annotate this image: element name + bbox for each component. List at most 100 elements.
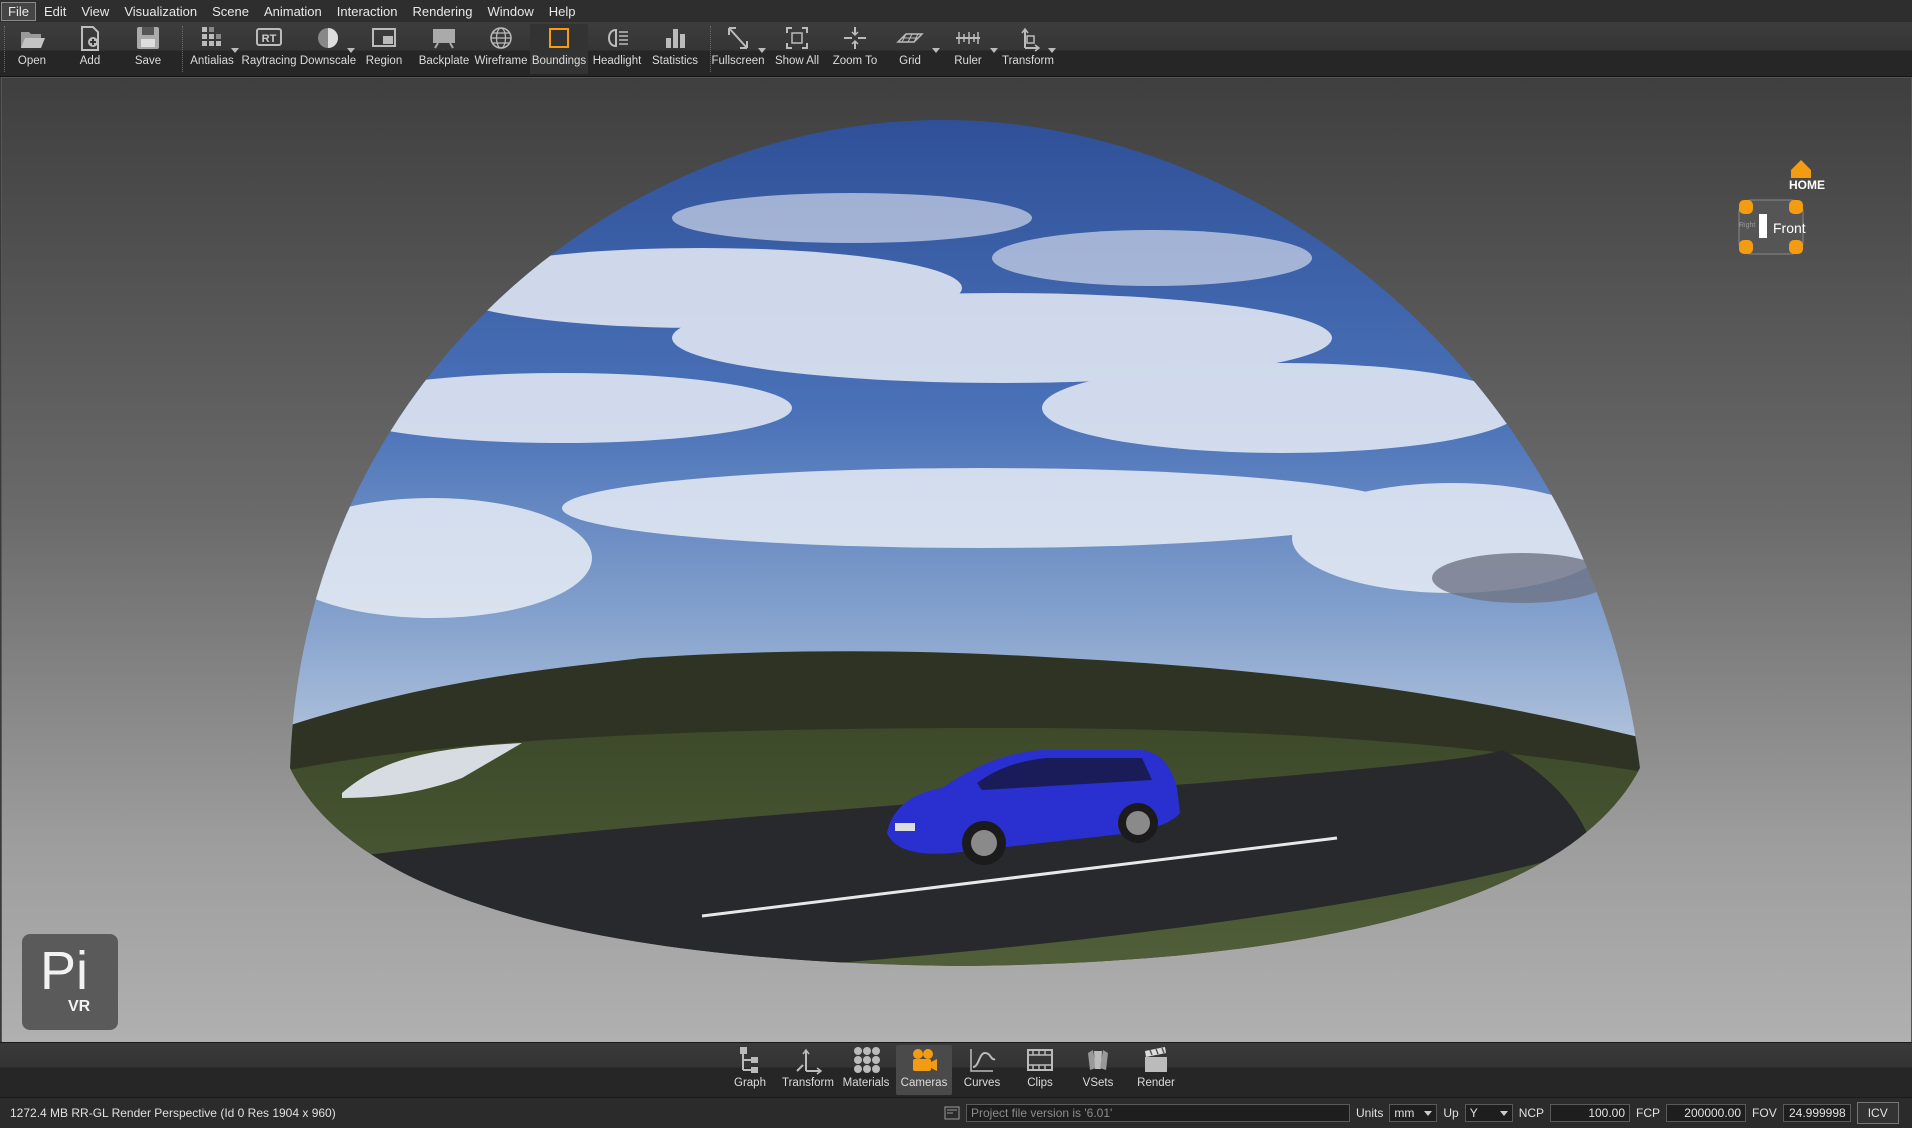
units-dropdown-arrow bbox=[1424, 1110, 1433, 1116]
navigation-cube[interactable]: HOME Front Right bbox=[1721, 138, 1825, 258]
wireframe-button[interactable]: Wireframe bbox=[474, 24, 528, 74]
wireframe-globe-icon bbox=[490, 27, 512, 49]
backplate-button[interactable]: Backplate bbox=[416, 24, 472, 74]
render-viewport[interactable]: HOME Front Right Pi VR bbox=[1, 77, 1912, 1043]
add-file-icon bbox=[81, 26, 99, 51]
front-face-label[interactable]: Front bbox=[1773, 220, 1806, 236]
menu-rendering[interactable]: Rendering bbox=[405, 2, 479, 21]
downscale-label: Downscale bbox=[299, 55, 357, 67]
dock-vsets-button[interactable]: VSets bbox=[1070, 1045, 1126, 1095]
fullscreen-button[interactable]: Fullscreen bbox=[711, 24, 765, 74]
status-controls: Project file version is '6.01' Units mm … bbox=[944, 1102, 1899, 1124]
headlight-button[interactable]: Headlight bbox=[590, 24, 644, 74]
dock-clips-label: Clips bbox=[1027, 1077, 1053, 1089]
main-toolbar: Open Add Save Antialias RT Raytracing Do… bbox=[0, 22, 1912, 77]
home-button-label[interactable]: HOME bbox=[1789, 178, 1825, 192]
ruler-button[interactable]: Ruler bbox=[946, 24, 990, 74]
fcp-label: FCP bbox=[1636, 1106, 1661, 1120]
downscale-dropdown-arrow[interactable] bbox=[347, 48, 355, 53]
dock-curves-button[interactable]: Curves bbox=[954, 1045, 1010, 1095]
camera-icon bbox=[913, 1049, 937, 1071]
boundings-button[interactable]: Boundings bbox=[530, 24, 588, 74]
up-axis-value: Y bbox=[1469, 1106, 1478, 1120]
statistics-button[interactable]: Statistics bbox=[648, 24, 702, 74]
ruler-icon bbox=[956, 32, 980, 44]
dock-vsets-label: VSets bbox=[1082, 1077, 1114, 1089]
dock-graph-button[interactable]: Graph bbox=[722, 1045, 778, 1095]
menu-animation[interactable]: Animation bbox=[257, 2, 329, 21]
fov-label: FOV bbox=[1752, 1106, 1777, 1120]
add-button[interactable]: Add bbox=[70, 24, 110, 74]
fov-input[interactable]: 24.999998 bbox=[1782, 1104, 1851, 1122]
logo-pi-text: Pi bbox=[40, 941, 89, 1001]
open-label: Open bbox=[17, 55, 47, 67]
up-axis-select[interactable]: Y bbox=[1464, 1104, 1513, 1122]
right-face-label[interactable]: Right bbox=[1739, 222, 1755, 229]
antialias-grid-icon bbox=[202, 27, 221, 46]
dock-render-button[interactable]: Render bbox=[1128, 1045, 1184, 1095]
region-icon bbox=[372, 28, 396, 47]
menu-help[interactable]: Help bbox=[542, 2, 583, 21]
film-clip-icon bbox=[1027, 1049, 1053, 1071]
transform-label: Transform bbox=[1002, 55, 1054, 67]
up-axis-dropdown-arrow bbox=[1499, 1110, 1508, 1116]
grid-plane-icon bbox=[896, 33, 924, 43]
headlight-label: Headlight bbox=[592, 55, 642, 67]
up-axis-label: Up bbox=[1443, 1106, 1459, 1120]
menu-bar: File Edit View Visualization Scene Anima… bbox=[0, 0, 1912, 23]
ruler-label: Ruler bbox=[954, 55, 982, 67]
transform-dropdown-arrow[interactable] bbox=[1048, 48, 1056, 53]
menu-view[interactable]: View bbox=[74, 2, 116, 21]
dock-cameras-button[interactable]: Cameras bbox=[896, 1045, 952, 1095]
toolbar-separator bbox=[4, 26, 6, 72]
dock-materials-label: Materials bbox=[842, 1077, 890, 1089]
units-label: Units bbox=[1356, 1106, 1384, 1120]
fcp-input[interactable]: 200000.00 bbox=[1666, 1104, 1747, 1122]
menu-interaction[interactable]: Interaction bbox=[330, 2, 405, 21]
ruler-dropdown-arrow[interactable] bbox=[990, 48, 998, 53]
show-all-button[interactable]: Show All bbox=[770, 24, 824, 74]
dock-materials-button[interactable]: Materials bbox=[838, 1045, 894, 1095]
region-label: Region bbox=[365, 55, 403, 67]
headlight-icon bbox=[607, 28, 628, 48]
menu-edit[interactable]: Edit bbox=[37, 2, 73, 21]
save-button[interactable]: Save bbox=[128, 24, 168, 74]
variant-sets-icon bbox=[1088, 1050, 1108, 1070]
region-button[interactable]: Region bbox=[362, 24, 406, 74]
expand-arrows-icon bbox=[728, 27, 748, 49]
antialias-dropdown-arrow[interactable] bbox=[231, 48, 239, 53]
home-house-icon[interactable] bbox=[1791, 160, 1811, 178]
dock-transform-button[interactable]: Transform bbox=[780, 1045, 836, 1095]
message-log-icon[interactable] bbox=[944, 1106, 960, 1120]
antialias-label: Antialias bbox=[190, 55, 234, 67]
open-button[interactable]: Open bbox=[12, 24, 52, 74]
dock-cameras-label: Cameras bbox=[900, 1077, 948, 1089]
icv-button[interactable]: ICV bbox=[1856, 1102, 1899, 1124]
transform-button[interactable]: Transform bbox=[1002, 24, 1054, 74]
raytracing-button[interactable]: RT Raytracing bbox=[242, 24, 296, 74]
ncp-input[interactable]: 100.00 bbox=[1550, 1104, 1631, 1122]
fullscreen-dropdown-arrow[interactable] bbox=[758, 48, 766, 53]
menu-scene[interactable]: Scene bbox=[205, 2, 256, 21]
bar-chart-icon bbox=[666, 29, 685, 48]
dock-clips-button[interactable]: Clips bbox=[1012, 1045, 1068, 1095]
folder-open-icon bbox=[21, 32, 45, 48]
floppy-disk-icon bbox=[137, 27, 159, 49]
units-select[interactable]: mm bbox=[1389, 1104, 1438, 1122]
backplate-icon bbox=[433, 29, 455, 49]
dock-curves-label: Curves bbox=[963, 1077, 1001, 1089]
menu-window[interactable]: Window bbox=[480, 2, 540, 21]
boundings-label: Boundings bbox=[531, 55, 587, 67]
add-label: Add bbox=[79, 55, 101, 67]
grid-button[interactable]: Grid bbox=[888, 24, 932, 74]
bottom-module-dock: Graph Transform Materials Cameras Curves… bbox=[0, 1042, 1912, 1097]
grid-dropdown-arrow[interactable] bbox=[932, 48, 940, 53]
zoom-to-button[interactable]: Zoom To bbox=[828, 24, 882, 74]
rt-badge-text: RT bbox=[262, 33, 277, 45]
raytracing-label: Raytracing bbox=[241, 55, 297, 67]
raytracing-icon: RT bbox=[256, 28, 282, 46]
menu-visualization[interactable]: Visualization bbox=[117, 2, 204, 21]
dock-render-label: Render bbox=[1137, 1077, 1175, 1089]
menu-file[interactable]: File bbox=[1, 1, 36, 21]
fullscreen-label: Fullscreen bbox=[711, 55, 765, 67]
